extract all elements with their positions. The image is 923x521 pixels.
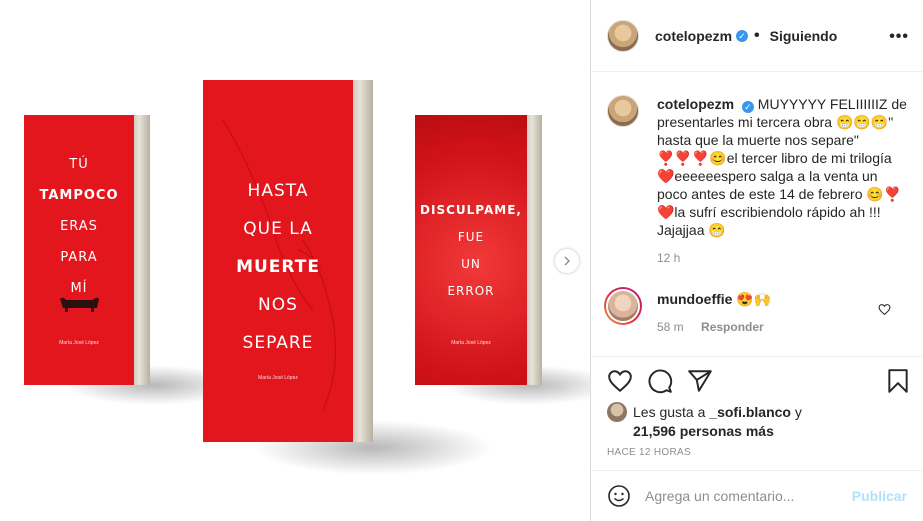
post-timestamp[interactable]: HACE 12 HORAS bbox=[607, 447, 691, 458]
book-front: HASTA QUE LA MUERTE NOS SEPARE María Jos… bbox=[203, 80, 353, 442]
cover-title-line: NOS bbox=[258, 295, 298, 315]
cover-title-line: PARA bbox=[60, 250, 98, 265]
save-bookmark-icon[interactable] bbox=[885, 368, 911, 394]
cover-author: María José López bbox=[258, 375, 298, 381]
caption-username[interactable]: cotelopezm bbox=[657, 96, 734, 112]
more-icon[interactable]: ••• bbox=[889, 28, 909, 46]
post-image[interactable]: TÚ TAMPOCO ERAS PARA MÍ María José López bbox=[0, 0, 590, 521]
cover-title-line: ERROR bbox=[447, 284, 495, 298]
cover-title-line: QUE LA bbox=[243, 219, 313, 239]
chevron-right-icon bbox=[564, 256, 570, 266]
book-front: TÚ TAMPOCO ERAS PARA MÍ María José López bbox=[24, 115, 134, 385]
caption-meta: 12 h bbox=[657, 249, 907, 267]
cover-title-line: TAMPOCO bbox=[39, 188, 119, 203]
cover-author: María José López bbox=[451, 340, 491, 346]
comment-item: mundoeffie 😍🙌 58 m Responder bbox=[604, 287, 907, 336]
comment-text: 😍🙌 bbox=[736, 291, 772, 307]
likes-count[interactable]: 21,596 personas más bbox=[633, 422, 907, 440]
cover-title-line: HASTA bbox=[247, 181, 309, 201]
likes-prefix: Les gusta a bbox=[633, 404, 706, 420]
header-username[interactable]: cotelopezm bbox=[655, 28, 732, 44]
cover-title-line: TÚ bbox=[69, 157, 89, 172]
emoji-icon[interactable] bbox=[607, 484, 631, 508]
reply-button[interactable]: Responder bbox=[701, 320, 764, 334]
following-button[interactable]: Siguiendo bbox=[770, 28, 838, 44]
like-heart-icon[interactable] bbox=[607, 368, 633, 394]
caption-text: MUYYYYY FELIIIIIIZ de presentarles mi te… bbox=[657, 96, 907, 238]
cover-title-line: SEPARE bbox=[242, 333, 314, 353]
verified-badge-icon: ✓ bbox=[736, 29, 749, 42]
caption-body: cotelopezm ✓ MUYYYYY FELIIIIIIZ de prese… bbox=[657, 95, 907, 267]
avatar[interactable] bbox=[607, 402, 627, 422]
book-cover-tu-tampoco: TÚ TAMPOCO ERAS PARA MÍ María José López bbox=[24, 115, 244, 405]
book-front: DISCULPAME, FUE UN ERROR María José Lópe… bbox=[415, 115, 527, 385]
avatar[interactable] bbox=[604, 287, 642, 325]
comment-input[interactable] bbox=[645, 488, 835, 504]
likes-joiner: y bbox=[794, 404, 802, 420]
cover-title-line: ERAS bbox=[60, 219, 98, 234]
caption-age[interactable]: 12 h bbox=[657, 251, 680, 265]
comment-meta: 58 m Responder bbox=[657, 318, 907, 336]
comment-composer: Publicar bbox=[591, 470, 923, 521]
comment-age[interactable]: 58 m bbox=[657, 320, 684, 334]
comments-section: cotelopezm ✓ MUYYYYY FELIIIIIIZ de prese… bbox=[591, 73, 923, 357]
book-spine bbox=[525, 115, 542, 385]
cover-title-line: FUE bbox=[457, 230, 485, 244]
avatar[interactable] bbox=[607, 19, 639, 52]
caption-comment: cotelopezm ✓ MUYYYYY FELIIIIIIZ de prese… bbox=[607, 95, 907, 267]
like-comment-heart-icon[interactable] bbox=[878, 303, 891, 316]
book-spine bbox=[351, 80, 373, 442]
publish-button[interactable]: Publicar bbox=[852, 488, 907, 504]
action-bar bbox=[591, 358, 923, 406]
sofa-illustration bbox=[60, 297, 99, 312]
book-cover-disculpame: DISCULPAME, FUE UN ERROR María José Lópe… bbox=[415, 115, 590, 405]
likes-summary: Les gusta a _sofi.blanco y 21,596 person… bbox=[607, 402, 907, 440]
header-separator: • bbox=[754, 26, 760, 44]
comment-bubble-icon[interactable] bbox=[647, 368, 673, 394]
post-header: cotelopezm ✓ • Siguiendo ••• bbox=[591, 0, 923, 72]
likes-first-user[interactable]: _sofi.blanco bbox=[709, 404, 791, 420]
cover-title-line: MUERTE bbox=[236, 257, 320, 277]
avatar[interactable] bbox=[607, 95, 639, 127]
book-cover-hasta-que-la-muerte: HASTA QUE LA MUERTE NOS SEPARE María Jos… bbox=[203, 80, 493, 475]
cover-title-line: UN bbox=[461, 257, 481, 271]
verified-badge-icon: ✓ bbox=[741, 101, 754, 113]
next-image-button[interactable] bbox=[555, 249, 579, 273]
share-paper-plane-icon[interactable] bbox=[687, 368, 713, 394]
comment-body: mundoeffie 😍🙌 58 m Responder bbox=[657, 290, 907, 336]
cover-author: María José López bbox=[59, 340, 99, 346]
post-side-panel: cotelopezm ✓ • Siguiendo ••• cotelopezm … bbox=[590, 0, 923, 521]
cover-title-line: DISCULPAME, bbox=[420, 203, 522, 217]
book-spine bbox=[132, 115, 150, 385]
comment-username[interactable]: mundoeffie bbox=[657, 291, 732, 307]
